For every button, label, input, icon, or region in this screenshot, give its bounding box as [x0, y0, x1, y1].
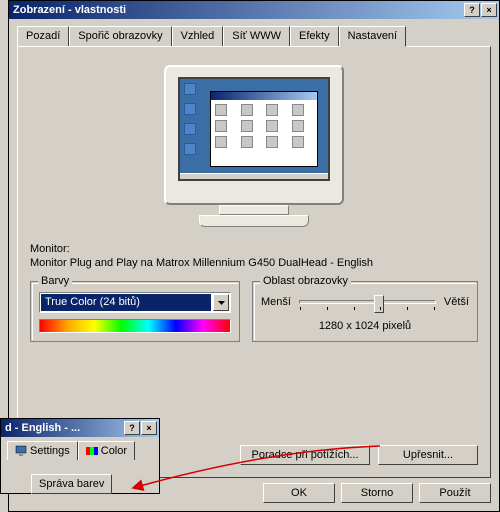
- tab-strip: Pozadí Spořič obrazovky Vzhled Síť WWW E…: [17, 26, 491, 46]
- monitor-info: Monitor: Monitor Plug and Play na Matrox…: [30, 243, 478, 269]
- chevron-down-icon: [218, 301, 225, 305]
- color-icon: [86, 445, 98, 457]
- tab-web[interactable]: Síť WWW: [223, 26, 290, 46]
- sec-tab-settings[interactable]: Settings: [7, 441, 78, 460]
- resolution-text: 1280 x 1024 pixelů: [261, 320, 469, 332]
- help-button[interactable]: ?: [464, 3, 480, 17]
- settings-panel: Monitor: Monitor Plug and Play na Matrox…: [17, 46, 491, 478]
- monitor-preview: [30, 65, 478, 227]
- sec-titlebar[interactable]: d - English - ... ? ×: [1, 419, 159, 437]
- sec-window-title: d - English - ...: [5, 422, 123, 434]
- combo-dropdown-button[interactable]: [213, 294, 229, 311]
- sec-tab-settings-label: Settings: [30, 445, 70, 457]
- sec-help-button[interactable]: ?: [124, 421, 140, 435]
- troubleshoot-button[interactable]: Poradce při potížích...: [240, 445, 370, 465]
- tab-settings[interactable]: Nastavení: [339, 26, 407, 47]
- color-spectrum-bar: [39, 319, 231, 333]
- apply-button[interactable]: Použít: [419, 483, 491, 503]
- screen-area-title: Oblast obrazovky: [260, 275, 351, 287]
- preview-window: [210, 91, 318, 167]
- tab-background[interactable]: Pozadí: [17, 26, 69, 46]
- colors-group: Barvy True Color (24 bitů): [30, 281, 240, 342]
- ok-button[interactable]: OK: [263, 483, 335, 503]
- colors-group-title: Barvy: [38, 275, 72, 287]
- sec-tab-color-management[interactable]: Správa barev: [31, 474, 112, 494]
- cancel-button[interactable]: Storno: [341, 483, 413, 503]
- sec-tab-color-label: Color: [101, 445, 127, 457]
- monitor-icon: [15, 445, 27, 457]
- less-label: Menší: [261, 296, 291, 308]
- color-depth-combo[interactable]: True Color (24 bitů): [39, 292, 231, 313]
- advanced-button[interactable]: Upřesnit...: [378, 445, 478, 465]
- more-label: Větší: [444, 296, 469, 308]
- tab-effects[interactable]: Efekty: [290, 26, 339, 46]
- monitor-value: Monitor Plug and Play na Matrox Millenni…: [30, 257, 478, 269]
- advanced-properties-window: d - English - ... ? × Settings Color Spr…: [0, 418, 160, 494]
- sec-close-button[interactable]: ×: [141, 421, 157, 435]
- color-depth-value: True Color (24 bitů): [41, 294, 211, 311]
- resolution-slider[interactable]: [299, 300, 436, 304]
- screen-area-group: Oblast obrazovky Menší Větší 1280 x 1024…: [252, 281, 478, 342]
- slider-thumb[interactable]: [374, 295, 384, 313]
- sec-tab-color[interactable]: Color: [78, 441, 135, 460]
- close-button[interactable]: ×: [481, 3, 497, 17]
- main-titlebar[interactable]: Zobrazení - vlastnosti ? ×: [9, 1, 499, 19]
- main-window-title: Zobrazení - vlastnosti: [13, 4, 463, 16]
- tab-appearance[interactable]: Vzhled: [172, 26, 224, 46]
- sec-tab-strip: Settings Color: [7, 441, 153, 460]
- tab-screensaver[interactable]: Spořič obrazovky: [69, 26, 171, 46]
- monitor-label: Monitor:: [30, 243, 478, 255]
- monitor-screen: [178, 77, 330, 181]
- desktop-icons: [184, 83, 196, 155]
- monitor-body: [164, 65, 344, 205]
